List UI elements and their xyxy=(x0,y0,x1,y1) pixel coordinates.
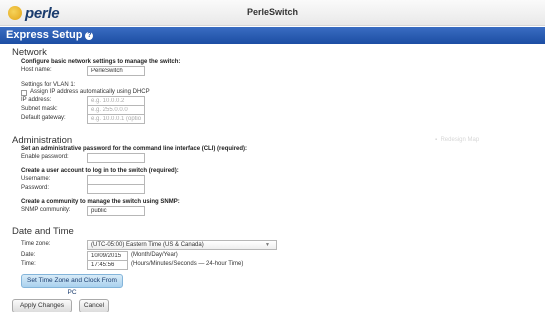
cli-intro: Set an administrative password for the c… xyxy=(21,146,248,152)
default-gateway-input[interactable] xyxy=(87,114,145,124)
vlan-label: Settings for VLAN 1: xyxy=(21,82,76,88)
date-label: Date: xyxy=(21,252,36,258)
host-name-input[interactable] xyxy=(87,66,145,76)
password-input[interactable] xyxy=(87,184,145,194)
time-zone-select[interactable]: (UTC-05:00) Eastern Time (US & Canada) ▼ xyxy=(87,240,277,250)
dhcp-checkbox[interactable] xyxy=(21,90,27,96)
time-zone-value: (UTC-05:00) Eastern Time (US & Canada) xyxy=(91,242,204,248)
time-label: Time: xyxy=(21,261,36,267)
watermark-text: ▪ Redesign Map xyxy=(435,137,480,143)
enable-password-input[interactable] xyxy=(87,153,145,163)
snmp-community-input[interactable] xyxy=(87,206,145,216)
time-zone-label: Time zone: xyxy=(21,241,51,247)
help-icon[interactable]: ? xyxy=(85,32,94,40)
snmp-intro: Create a community to manage the switch … xyxy=(21,199,180,205)
time-input[interactable] xyxy=(87,260,128,270)
time-format-hint: (Hours/Minutes/Seconds — 24-hour Time) xyxy=(131,261,244,267)
page-title-text: Express Setup xyxy=(6,29,83,41)
apply-changes-button[interactable]: Apply Changes xyxy=(12,299,72,312)
dhcp-label: Assign IP address automatically using DH… xyxy=(30,89,150,95)
enable-password-label: Enable password: xyxy=(21,154,69,160)
host-name-label: Host name: xyxy=(21,67,52,73)
date-format-hint: (Month/Day/Year) xyxy=(131,252,178,258)
user-intro: Create a user account to log in to the s… xyxy=(21,168,179,174)
page-title-bar: Express Setup? xyxy=(0,27,545,44)
username-label: Username: xyxy=(21,176,51,182)
password-label: Password: xyxy=(21,185,50,191)
page-title: Express Setup? xyxy=(6,29,94,41)
subnet-mask-label: Subnet mask: xyxy=(21,106,58,112)
date-time-heading: Date and Time xyxy=(12,226,74,237)
watermark-label: Redesign Map xyxy=(440,137,480,143)
administration-heading: Administration xyxy=(12,135,73,146)
cancel-button[interactable]: Cancel xyxy=(79,299,109,312)
top-bar: perle PerleSwitch xyxy=(0,0,545,26)
device-name: PerleSwitch xyxy=(246,7,299,17)
ip-address-label: IP address: xyxy=(21,97,52,103)
network-heading: Network xyxy=(12,47,47,58)
snmp-community-label: SNMP community: xyxy=(21,207,71,213)
network-intro: Configure basic network settings to mana… xyxy=(21,59,181,65)
chevron-down-icon: ▼ xyxy=(265,242,270,248)
set-from-pc-button[interactable]: Set Time Zone and Clock From PC xyxy=(21,274,123,296)
default-gateway-label: Default gateway: xyxy=(21,115,66,121)
